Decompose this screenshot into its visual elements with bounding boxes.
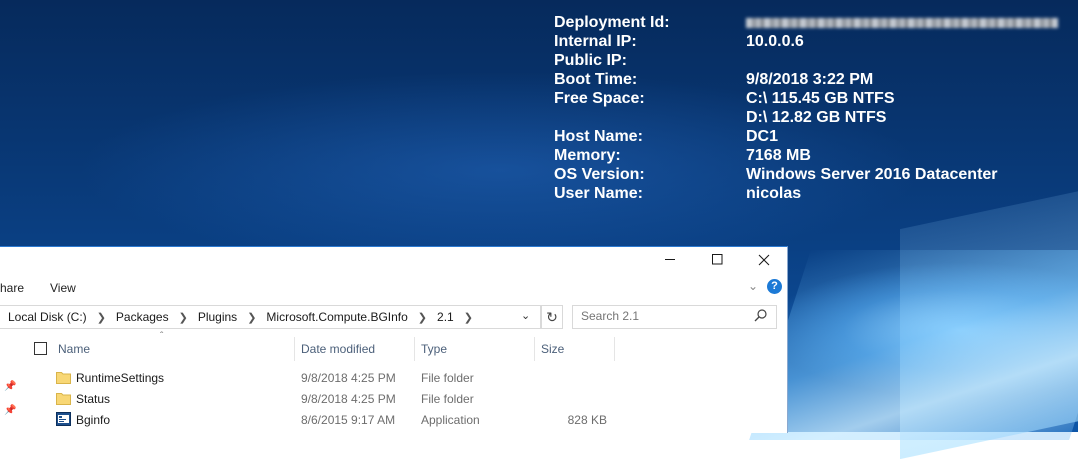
wallpaper-window-glow: [749, 250, 1078, 440]
bginfo-row-free-space: Free Space: C:\ 115.45 GB NTFS: [554, 89, 1078, 108]
bginfo-label: Memory:: [554, 147, 621, 164]
file-row[interactable]: RuntimeSettings 9/8/2018 4:25 PM File fo…: [0, 367, 787, 388]
bginfo-row-os-version: OS Version: Windows Server 2016 Datacent…: [554, 165, 1078, 184]
chevron-right-icon[interactable]: ❯: [97, 311, 106, 324]
column-divider[interactable]: [294, 337, 295, 361]
maximize-button[interactable]: [694, 247, 740, 275]
refresh-button[interactable]: ↻: [541, 305, 563, 329]
breadcrumb-bginfo[interactable]: Microsoft.Compute.BGInfo: [266, 310, 407, 324]
column-header-size[interactable]: Size: [541, 342, 564, 356]
bginfo-label: Public IP:: [554, 52, 627, 69]
ribbon-tabs: hare View ⌄ ?: [0, 276, 787, 300]
bginfo-value: Windows Server 2016 Datacenter: [746, 166, 998, 183]
bginfo-row-public-ip: Public IP:: [554, 51, 1078, 70]
chevron-right-icon[interactable]: ❯: [179, 311, 188, 324]
address-history-dropdown-icon[interactable]: ⌄: [521, 309, 530, 322]
refresh-icon: ↻: [546, 308, 558, 325]
bginfo-value: nicolas: [746, 185, 802, 202]
expand-ribbon-chevron-icon[interactable]: ⌄: [748, 279, 758, 293]
file-type: File folder: [421, 392, 474, 406]
file-row[interactable]: Status 9/8/2018 4:25 PM File folder: [0, 388, 787, 409]
file-date-modified: 8/6/2015 9:17 AM: [301, 413, 396, 427]
folder-icon: [56, 370, 71, 384]
folder-icon: [56, 391, 71, 405]
file-date-modified: 9/8/2018 4:25 PM: [301, 392, 396, 406]
minimize-icon: [664, 254, 676, 268]
tab-view[interactable]: View: [50, 281, 76, 295]
bginfo-value: 7168 MB: [746, 147, 811, 164]
file-date-modified: 9/8/2018 4:25 PM: [301, 371, 396, 385]
column-divider[interactable]: [414, 337, 415, 361]
address-bar[interactable]: Local Disk (C:) ❯ Packages ❯ Plugins ❯ M…: [0, 305, 541, 329]
bginfo-label: Host Name:: [554, 128, 643, 145]
breadcrumb-version[interactable]: 2.1: [437, 310, 454, 324]
bginfo-label: Internal IP:: [554, 33, 637, 50]
title-bar[interactable]: [0, 247, 787, 275]
bginfo-row-deployment-id: Deployment Id:: [554, 13, 1078, 32]
bginfo-row-host-name: Host Name: DC1: [554, 127, 1078, 146]
bginfo-label: Deployment Id:: [554, 14, 670, 31]
column-header-name[interactable]: Name: [58, 342, 90, 356]
bginfo-label: User Name:: [554, 185, 643, 202]
file-explorer-window: hare View ⌄ ? Local Disk (C:) ❯ Packages…: [0, 246, 788, 433]
tab-share[interactable]: hare: [0, 281, 24, 295]
column-divider[interactable]: [614, 337, 615, 361]
chevron-right-icon[interactable]: ❯: [464, 311, 473, 324]
chevron-right-icon[interactable]: ❯: [418, 311, 427, 324]
sort-ascending-icon: ˆ: [160, 331, 164, 342]
bginfo-value: C:\ 115.45 GB NTFS: [746, 90, 895, 107]
file-size: 828 KB: [567, 413, 607, 427]
bginfo-overlay: Deployment Id: Internal IP: 10.0.0.6 Pub…: [554, 13, 1078, 203]
file-name: Bginfo: [76, 413, 111, 427]
breadcrumb-plugins[interactable]: Plugins: [198, 310, 237, 324]
file-type: Application: [421, 413, 480, 427]
close-icon: [758, 254, 770, 269]
column-divider[interactable]: [534, 337, 535, 361]
bginfo-value: DC1: [746, 128, 779, 145]
bginfo-label: Boot Time:: [554, 71, 638, 88]
bginfo-row-internal-ip: Internal IP: 10.0.0.6: [554, 32, 1078, 51]
column-header-date-modified[interactable]: Date modified: [301, 342, 375, 356]
bginfo-row-user-name: User Name: nicolas: [554, 184, 1078, 203]
chevron-right-icon[interactable]: ❯: [247, 311, 256, 324]
close-button[interactable]: [741, 247, 787, 275]
search-icon[interactable]: [754, 307, 768, 328]
bginfo-label: Free Space:: [554, 90, 645, 107]
minimize-button[interactable]: [647, 247, 693, 275]
column-headers: ˆ Name Date modified Type Size: [0, 331, 787, 361]
bginfo-row-memory: Memory: 7168 MB: [554, 146, 1078, 165]
application-icon: [56, 412, 71, 426]
maximize-icon: [711, 254, 723, 268]
file-name: RuntimeSettings: [76, 371, 165, 385]
bginfo-value: D:\ 12.82 GB NTFS: [746, 109, 887, 126]
select-all-checkbox[interactable]: [34, 342, 47, 355]
bginfo-label: OS Version:: [554, 166, 645, 183]
file-name: Status: [76, 392, 111, 406]
bginfo-row-free-space-d: D:\ 12.82 GB NTFS: [554, 108, 1078, 127]
bginfo-value: 10.0.0.6: [746, 33, 804, 50]
file-type: File folder: [421, 371, 474, 385]
redacted-deployment-id: [746, 18, 1058, 28]
bginfo-row-boot-time: Boot Time: 9/8/2018 3:22 PM: [554, 70, 1078, 89]
search-input[interactable]: [581, 309, 741, 323]
breadcrumb-local-disk[interactable]: Local Disk (C:): [8, 310, 87, 324]
breadcrumb: Local Disk (C:) ❯ Packages ❯ Plugins ❯ M…: [8, 306, 483, 328]
file-row[interactable]: Bginfo 8/6/2015 9:17 AM Application 828 …: [0, 409, 787, 430]
breadcrumb-packages[interactable]: Packages: [116, 310, 169, 324]
column-header-type[interactable]: Type: [421, 342, 447, 356]
bginfo-value: 9/8/2018 3:22 PM: [746, 71, 874, 88]
help-icon[interactable]: ?: [767, 279, 782, 294]
search-box[interactable]: [572, 305, 777, 329]
